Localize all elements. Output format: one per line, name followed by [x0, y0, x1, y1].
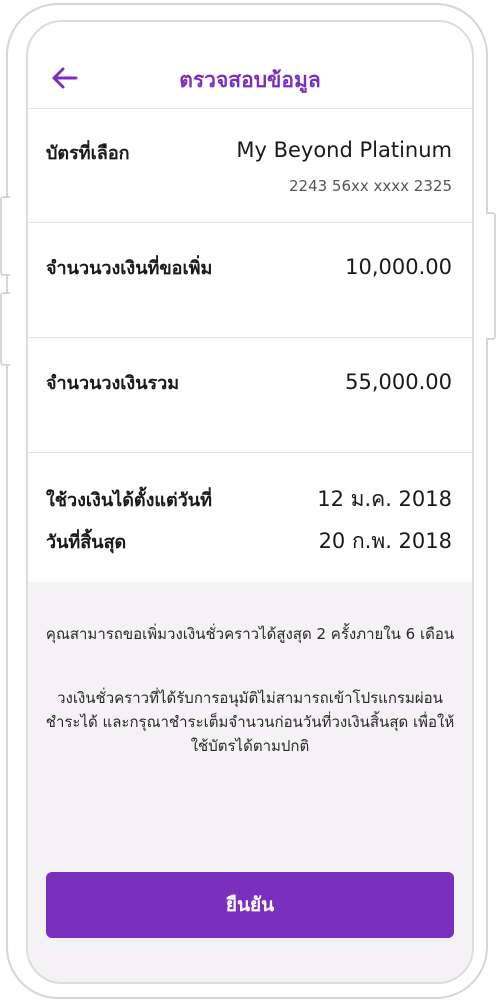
- start-date-value: 12 ม.ค. 2018: [317, 487, 452, 511]
- total-limit-label: จำนวนวงเงินรวม: [46, 373, 180, 394]
- card-number: 2243 56xx xxxx 2325: [288, 177, 452, 195]
- phone-side-button: [0, 292, 10, 366]
- card-name: My Beyond Platinum: [236, 138, 452, 162]
- total-limit-value: 55,000.00: [345, 370, 452, 394]
- confirm-button[interactable]: ยืนยัน: [46, 872, 454, 938]
- selected-card-row: บัตรที่เลือก My Beyond Platinum 2243 56x…: [28, 108, 472, 223]
- info-note-installment: วงเงินชั่วคราวที่ได้รับการอนุมัติไม่สามา…: [45, 689, 455, 755]
- end-date-label: วันที่สิ้นสุด: [46, 532, 127, 553]
- requested-limit-value: 10,000.00: [345, 255, 452, 279]
- phone-side-button: [0, 196, 10, 276]
- requested-limit-row: จำนวนวงเงินที่ขอเพิ่ม 10,000.00: [28, 223, 472, 338]
- start-date-label: ใช้วงเงินได้ตั้งแต่วันที่: [46, 490, 212, 511]
- header: ตรวจสอบข้อมูล: [28, 22, 472, 109]
- end-date-value: 20 ก.พ. 2018: [318, 529, 452, 553]
- total-limit-row: จำนวนวงเงินรวม 55,000.00: [28, 338, 472, 453]
- period-row: ใช้วงเงินได้ตั้งแต่วันที่ 12 ม.ค. 2018 ว…: [28, 453, 472, 582]
- phone-screen: ตรวจสอบข้อมูล บัตรที่เลือก My Beyond Pla…: [26, 20, 474, 984]
- phone-side-button: [486, 212, 496, 340]
- page-title: ตรวจสอบข้อมูล: [179, 68, 321, 92]
- info-note-limit-count: คุณสามารถขอเพิ่มวงเงินชั่วคราวได้สูงสุด …: [45, 625, 455, 643]
- requested-limit-label: จำนวนวงเงินที่ขอเพิ่ม: [46, 258, 213, 279]
- selected-card-label: บัตรที่เลือก: [46, 143, 130, 164]
